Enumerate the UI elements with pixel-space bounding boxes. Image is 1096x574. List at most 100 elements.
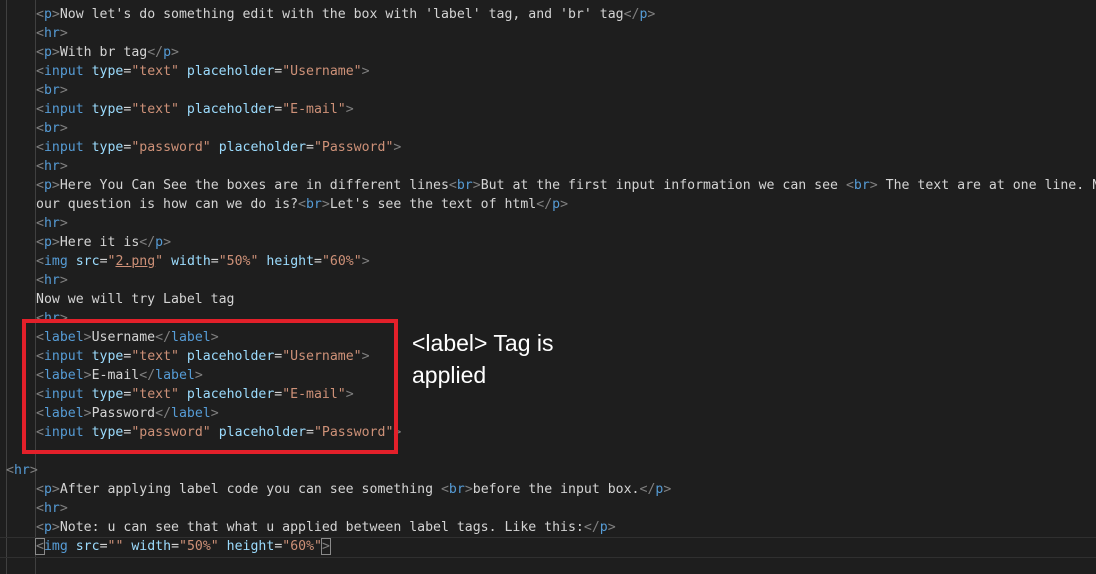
code-line[interactable]: <input type="text" placeholder="E-mail">	[36, 100, 354, 119]
code-line[interactable]: <input type="text" placeholder="Username…	[36, 62, 370, 81]
code-token: br	[448, 482, 465, 497]
code-token: </	[139, 235, 156, 250]
code-line[interactable]: <br>	[36, 119, 68, 138]
code-line[interactable]: <p>With br tag</p>	[36, 43, 179, 62]
code-token: type	[91, 64, 124, 79]
code-token: </	[639, 482, 656, 497]
code-token: The text are at one line. Now	[877, 178, 1096, 193]
code-token: p	[43, 520, 52, 535]
code-token: Here You Can See the boxes are in differ…	[59, 178, 449, 193]
code-token: "	[155, 254, 164, 269]
code-line[interactable]: <input type="password" placeholder="Pass…	[36, 138, 401, 157]
code-line[interactable]: <br>	[36, 81, 68, 100]
code-token: type	[91, 140, 124, 155]
code-line[interactable]: <p>Here it is</p>	[36, 233, 171, 252]
code-line[interactable]: <hr>	[36, 157, 68, 176]
code-token: "50%"	[218, 254, 259, 269]
code-line[interactable]: <hr>	[36, 24, 68, 43]
code-token: >	[163, 235, 172, 250]
code-token: <	[845, 178, 854, 193]
highlight-box	[22, 319, 398, 454]
code-token: >	[59, 501, 68, 516]
code-token: =	[171, 539, 180, 554]
code-line[interactable]: <hr>	[36, 214, 68, 233]
code-token: p	[43, 45, 52, 60]
code-line[interactable]: our question is how can we do is?<br>Let…	[36, 195, 568, 214]
code-token: hr	[43, 159, 60, 174]
code-token: >	[29, 463, 38, 478]
code-token: With br tag	[59, 45, 148, 60]
code-line[interactable]: <img src="2.png" width="50%" height="60%…	[36, 252, 370, 271]
code-token: "50%"	[179, 539, 219, 554]
code-token: input	[43, 64, 84, 79]
code-token: <	[36, 482, 44, 497]
code-token: After applying label code you can see so…	[59, 482, 441, 497]
code-token: </	[147, 45, 164, 60]
code-token: >	[361, 254, 370, 269]
code-token: p	[155, 235, 164, 250]
code-token: placeholder	[186, 102, 275, 117]
annotation-text: <label> Tag is applied	[412, 330, 554, 388]
code-token: src	[75, 539, 100, 554]
code-line[interactable]: <img src="" width="50%" height="60%">	[35, 537, 331, 556]
code-token: br	[853, 178, 870, 193]
code-token: type	[91, 102, 124, 117]
code-token: input	[43, 140, 84, 155]
code-token: =	[210, 254, 219, 269]
code-token: hr	[43, 216, 60, 231]
code-token: p	[599, 520, 608, 535]
code-token: width	[171, 254, 211, 269]
code-token: </	[623, 7, 640, 22]
code-token: >	[59, 159, 68, 174]
code-token: <	[36, 216, 44, 231]
code-token: >	[647, 7, 656, 22]
code-token: <	[36, 83, 44, 98]
code-token: >	[607, 520, 616, 535]
code-token: <	[6, 463, 14, 478]
code-token: "E-mail"	[282, 102, 346, 117]
code-token: "Password"	[313, 140, 394, 155]
code-token: >	[361, 64, 370, 79]
code-line[interactable]: <hr>	[36, 271, 68, 290]
code-token: placeholder	[186, 64, 275, 79]
code-token: >	[345, 102, 354, 117]
code-line[interactable]: <p>Note: u can see that what u applied b…	[36, 518, 616, 537]
code-token: <	[36, 273, 44, 288]
code-token: Now let's do something edit with the box…	[59, 7, 624, 22]
code-token: But at the first input information we ca…	[480, 178, 846, 193]
code-token: <	[36, 7, 44, 22]
code-token: Note: u can see that what u applied betw…	[59, 520, 584, 535]
code-line[interactable]: <p > After applying label code you can see…	[36, 480, 671, 499]
code-token: Now we will try Label tag	[36, 292, 235, 307]
code-line[interactable]: <p>Now let's do something edit with the …	[36, 5, 655, 24]
code-token: Let's see the text of html	[329, 197, 537, 212]
code-token: >	[393, 140, 402, 155]
code-token: <	[36, 178, 44, 193]
code-token: >	[59, 121, 68, 136]
code-token: img	[43, 254, 68, 269]
code-line[interactable]: <p>Here You Can See the boxes are in dif…	[36, 176, 1096, 195]
code-token: height	[266, 254, 315, 269]
code-line[interactable]: <hr>	[36, 499, 68, 518]
code-token: br	[43, 121, 60, 136]
code-token: >	[560, 197, 569, 212]
code-token: =	[314, 254, 322, 269]
code-token: <	[36, 159, 44, 174]
code-token: >	[663, 482, 672, 497]
code-token: <	[36, 64, 44, 79]
code-line[interactable]: <hr>	[6, 461, 38, 480]
code-token: p	[43, 482, 52, 497]
text-caret	[329, 538, 331, 553]
code-token: hr	[43, 273, 60, 288]
code-token: <	[36, 235, 44, 250]
code-line[interactable]: Now we will try Label tag	[36, 290, 235, 309]
code-token: <	[36, 26, 44, 41]
code-token: width	[131, 539, 172, 554]
code-token: our question is how can we do is?	[36, 197, 299, 212]
code-token: >	[464, 482, 473, 497]
